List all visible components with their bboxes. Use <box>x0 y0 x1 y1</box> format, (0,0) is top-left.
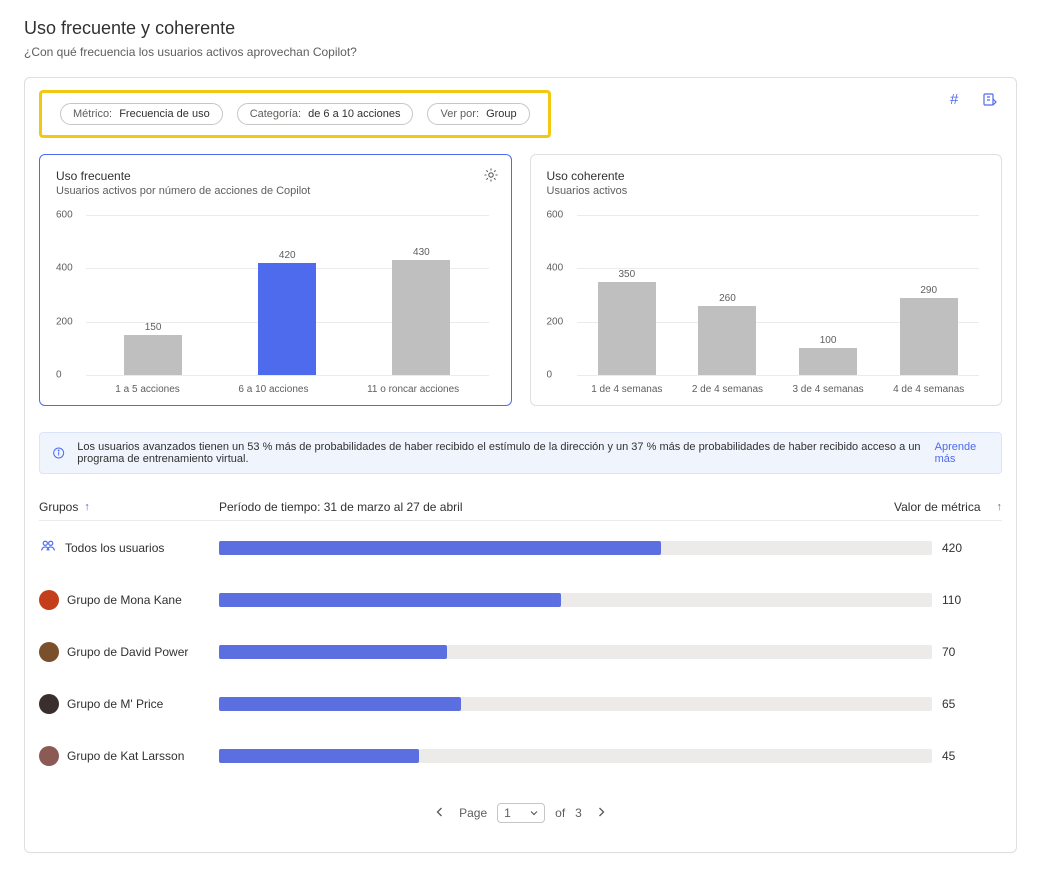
filter-metric-value: Frecuencia de uso <box>119 108 210 120</box>
table-row: Grupo de Kat Larsson 45 <box>39 730 1002 782</box>
sort-up-icon[interactable]: ↑ <box>997 501 1003 513</box>
group-name: Grupo de Mona Kane <box>67 593 182 607</box>
bar-track <box>219 697 932 711</box>
chart-frequent-title: Uso frecuente <box>56 169 495 183</box>
bar-track <box>219 541 932 555</box>
filter-category[interactable]: Categoría: de 6 a 10 acciones <box>237 103 414 125</box>
filter-viewby-value: Group <box>486 108 517 120</box>
pager-prev[interactable] <box>431 802 449 824</box>
info-banner: Los usuarios avanzados tienen un 53 % má… <box>39 432 1002 474</box>
groups-header[interactable]: Grupos <box>39 500 78 514</box>
export-icon[interactable] <box>982 92 998 108</box>
filter-viewby-label: Ver por: <box>440 108 479 120</box>
metric-value: 110 <box>932 593 1002 607</box>
metric-value: 65 <box>932 697 1002 711</box>
pager-current: 1 <box>504 806 511 820</box>
pager-page-label: Page <box>459 806 487 820</box>
chart-bar[interactable]: 260 <box>698 293 756 375</box>
avatar <box>39 746 59 766</box>
metric-value: 70 <box>932 645 1002 659</box>
chart-frequent-area: 02004006001504204301 a 5 acciones6 a 10 … <box>56 215 495 395</box>
filter-bar-highlight: Métrico: Frecuencia de uso Categoría: de… <box>39 90 551 138</box>
filter-metric-label: Métrico: <box>73 108 112 120</box>
chart-bar[interactable]: 350 <box>598 269 656 375</box>
pager: Page 1 of 3 <box>39 802 1002 824</box>
avatar <box>39 590 59 610</box>
bar-track <box>219 593 932 607</box>
chart-bar[interactable]: 150 <box>124 322 182 375</box>
filter-category-value: de 6 a 10 acciones <box>308 108 400 120</box>
group-name: Grupo de David Power <box>67 645 188 659</box>
dashboard-card: # Métrico: Frecuencia de uso Categoría: … <box>24 77 1017 853</box>
pager-total: 3 <box>575 806 582 820</box>
chart-consistent-area: 02004006003502601002901 de 4 semanas2 de… <box>547 215 986 395</box>
pager-of-label: of <box>555 806 565 820</box>
pager-next[interactable] <box>592 802 610 824</box>
bar-track <box>219 645 932 659</box>
hash-icon[interactable]: # <box>950 92 966 108</box>
period-header: Período de tiempo: 31 de marzo al 27 de … <box>219 500 872 514</box>
bar-track <box>219 749 932 763</box>
chart-consistent-sub: Usuarios activos <box>547 185 986 197</box>
info-icon <box>52 445 65 461</box>
avatar <box>39 642 59 662</box>
avatar <box>39 694 59 714</box>
group-name: Grupo de Kat Larsson <box>67 749 184 763</box>
chart-bar[interactable]: 430 <box>392 247 450 375</box>
chart-consistent-title: Uso coherente <box>547 169 986 183</box>
gear-icon[interactable] <box>483 167 499 183</box>
table-row: Grupo de Mona Kane 110 <box>39 574 1002 626</box>
chart-card-consistent[interactable]: Uso coherente Usuarios activos 020040060… <box>530 154 1003 406</box>
pager-page-select[interactable]: 1 <box>497 803 545 823</box>
chart-bar[interactable]: 290 <box>900 285 958 375</box>
table-row: Grupo de M' Price 65 <box>39 678 1002 730</box>
page-subtitle: ¿Con qué frecuencia los usuarios activos… <box>24 45 1017 59</box>
group-icon <box>39 537 57 558</box>
info-link[interactable]: Aprende más <box>935 441 989 465</box>
page-title: Uso frecuente y coherente <box>24 18 1017 39</box>
filter-viewby[interactable]: Ver por: Group <box>427 103 529 125</box>
table-row: Grupo de David Power 70 <box>39 626 1002 678</box>
group-name: Todos los usuarios <box>65 541 164 555</box>
chart-bar[interactable]: 420 <box>258 250 316 375</box>
chart-frequent-sub: Usuarios activos por número de acciones … <box>56 185 495 197</box>
sort-up-icon[interactable]: ↑ <box>84 501 90 513</box>
filter-category-label: Categoría: <box>250 108 301 120</box>
metric-value: 45 <box>932 749 1002 763</box>
filter-metric[interactable]: Métrico: Frecuencia de uso <box>60 103 223 125</box>
table-header: Grupos ↑ Período de tiempo: 31 de marzo … <box>39 500 1002 521</box>
metric-header[interactable]: Valor de métrica <box>894 500 980 514</box>
metric-value: 420 <box>932 541 1002 555</box>
group-name: Grupo de M' Price <box>67 697 163 711</box>
table-row: Todos los usuarios 420 <box>39 521 1002 574</box>
chevron-down-icon <box>530 806 538 820</box>
chart-card-frequent[interactable]: Uso frecuente Usuarios activos por númer… <box>39 154 512 406</box>
chart-bar[interactable]: 100 <box>799 335 857 375</box>
info-text: Los usuarios avanzados tienen un 53 % má… <box>77 441 922 465</box>
